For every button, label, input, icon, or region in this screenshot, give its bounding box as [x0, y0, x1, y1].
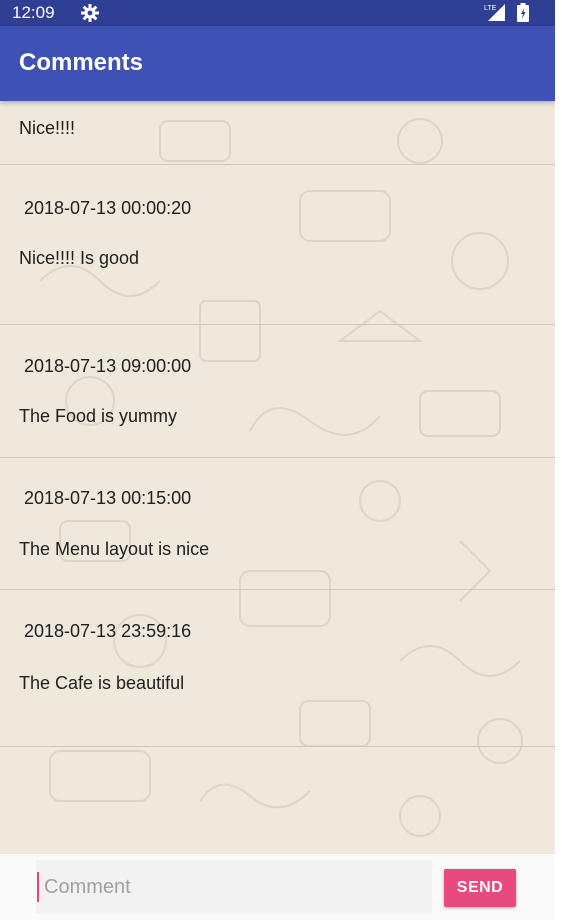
list-item: 2018-07-13 09:00:00 The Food is yummy — [0, 325, 555, 458]
comment-list[interactable]: Nice!!!! 2018-07-13 00:00:20 Nice!!!! Is… — [0, 101, 555, 854]
comment-date: 2018-07-13 23:59:16 — [24, 621, 192, 641]
page-title: Comments — [19, 49, 144, 76]
network-label: LTE — [484, 5, 497, 12]
comment-input-bar: SEND — [0, 854, 555, 920]
list-item: Nice!!!! — [0, 101, 555, 165]
comment-input[interactable] — [36, 860, 432, 914]
comment-text: The Menu layout is nice — [19, 539, 210, 559]
list-item: 2018-07-13 23:59:16 The Cafe is beautifu… — [0, 590, 555, 747]
comment-date: 2018-07-13 09:00:00 — [24, 356, 192, 376]
battery-charging-icon — [517, 3, 529, 22]
text-cursor — [37, 872, 39, 902]
comment-text: The Cafe is beautiful — [19, 673, 185, 693]
status-bar: 12:09 LTE — [0, 0, 555, 26]
status-time: 12:09 — [12, 3, 55, 22]
list-item: 2018-07-13 00:15:00 The Menu layout is n… — [0, 458, 555, 590]
app-bar: Comments — [0, 26, 555, 101]
gear-icon — [81, 4, 99, 22]
screen-edge — [555, 0, 562, 920]
comment-text: Nice!!!! Is good — [19, 248, 140, 268]
comment-text: The Food is yummy — [19, 406, 178, 426]
comment-date: 2018-07-13 00:00:20 — [24, 198, 192, 218]
comment-date: 2018-07-13 00:15:00 — [24, 488, 192, 508]
comments-screen: 12:09 LTE Comments Nice!!!! 2018-07-13 0… — [0, 0, 555, 920]
comment-text: Nice!!!! — [19, 118, 76, 138]
lte-signal-icon: LTE — [484, 4, 505, 21]
send-button[interactable]: SEND — [444, 869, 516, 907]
list-item: 2018-07-13 00:00:20 Nice!!!! Is good — [0, 165, 555, 325]
